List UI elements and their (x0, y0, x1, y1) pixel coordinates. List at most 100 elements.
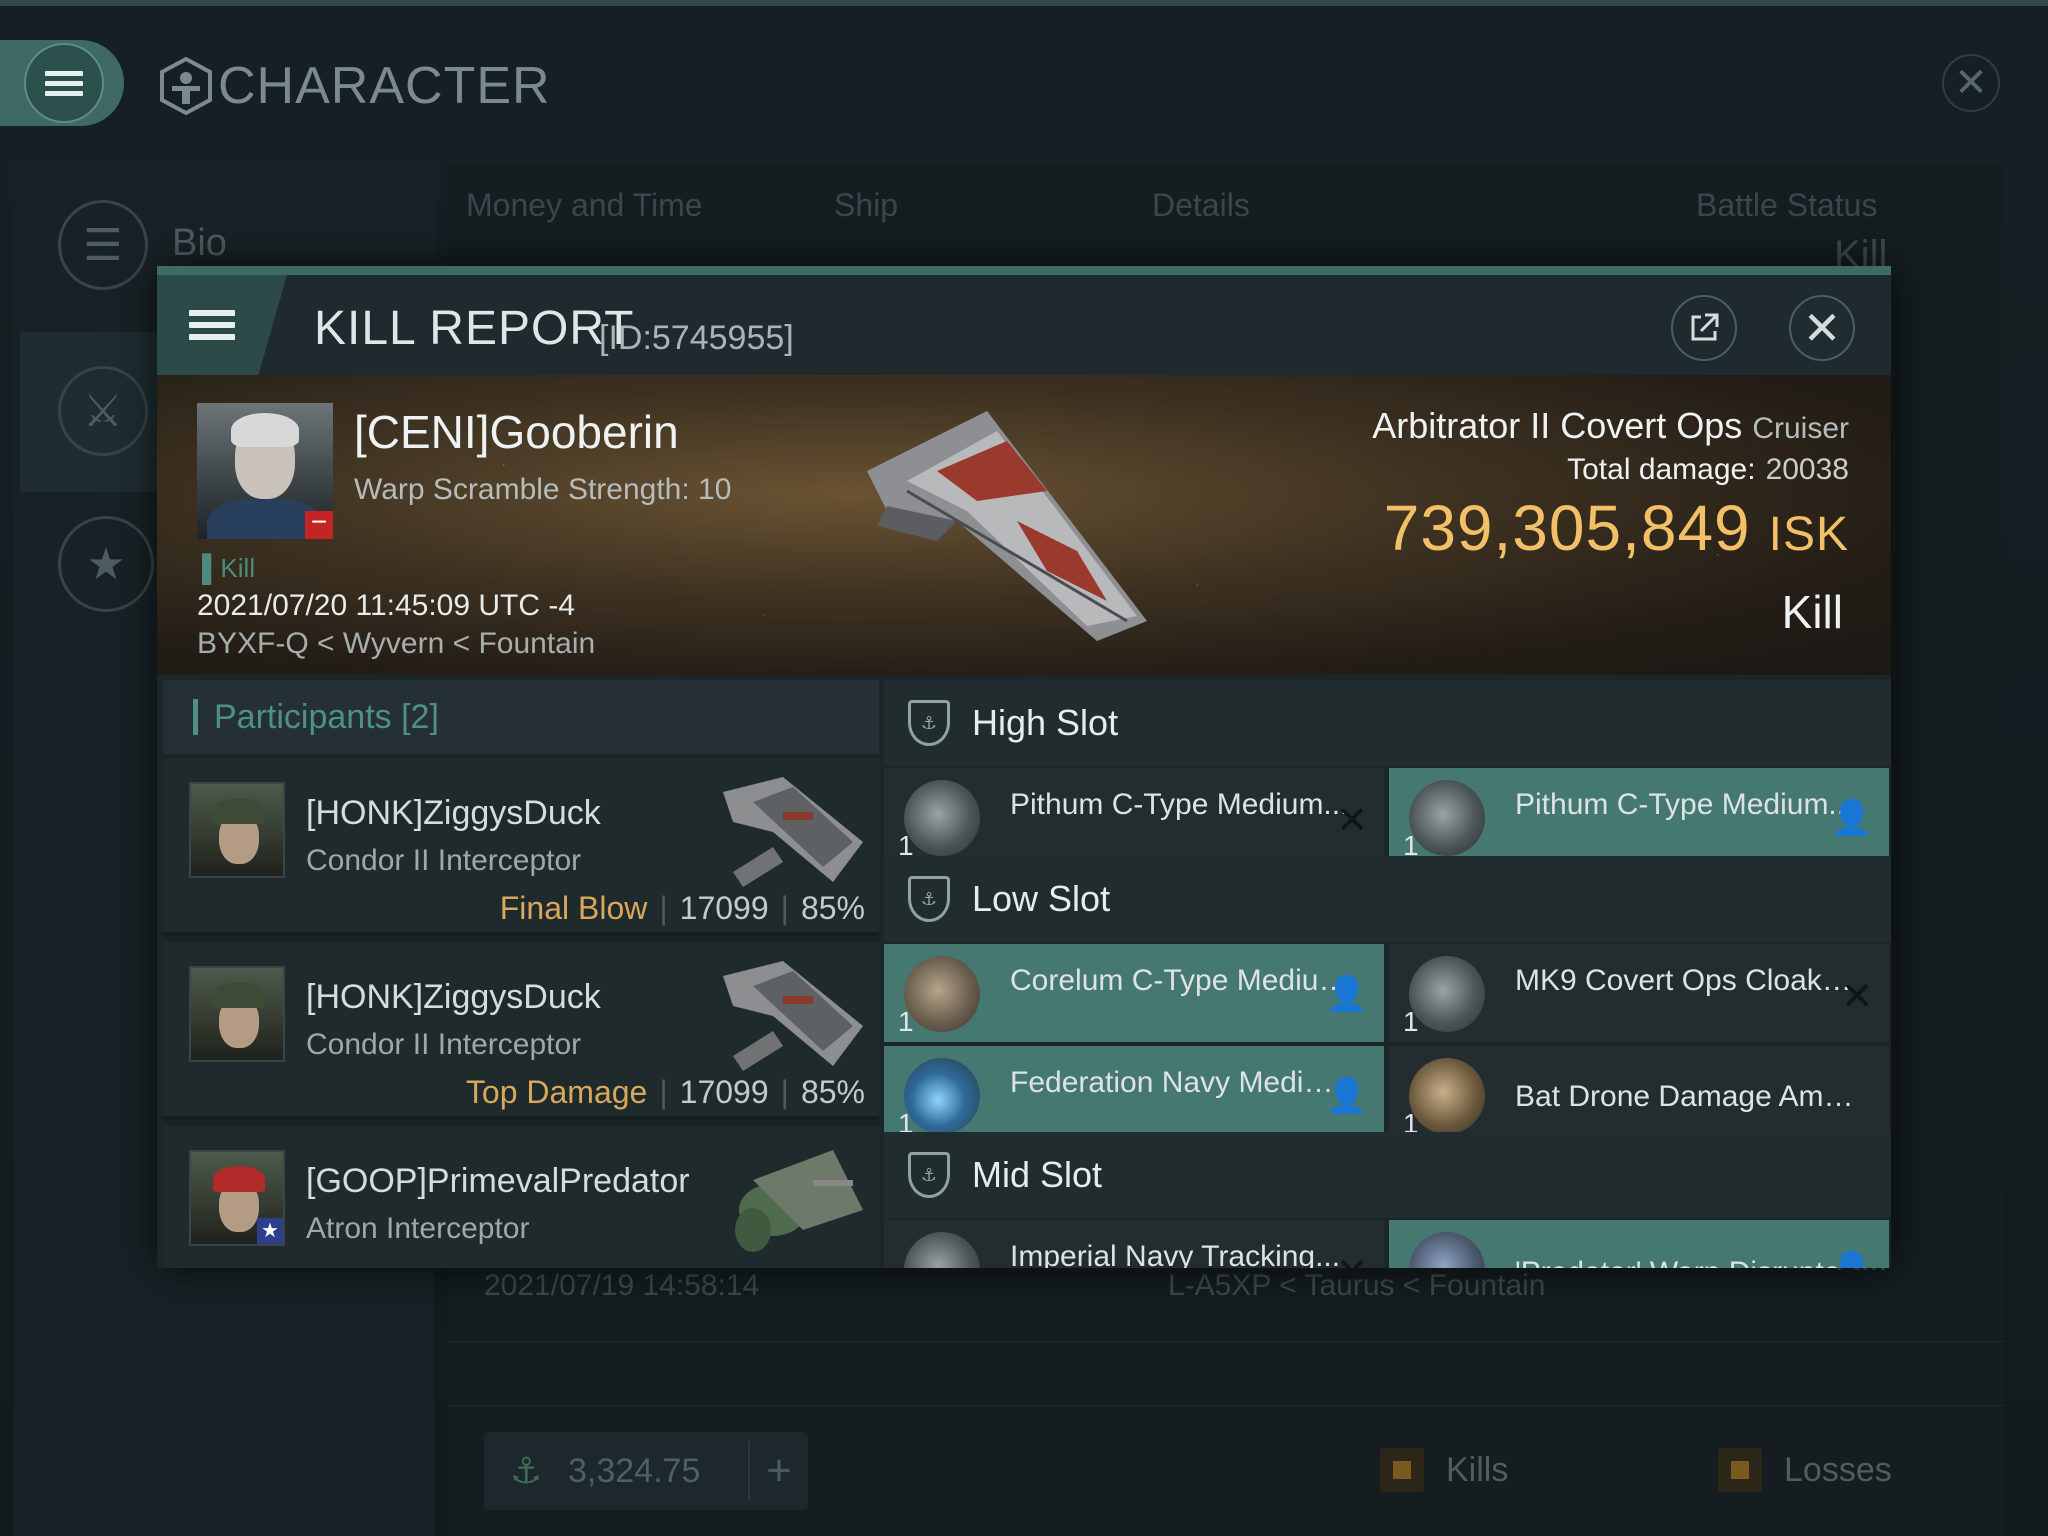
close-icon: ✕ (1802, 302, 1842, 354)
module-icon (1409, 956, 1485, 1032)
module-name: Federation Navy Medium... (1010, 1066, 1350, 1099)
modal-close-button[interactable]: ✕ (1789, 295, 1855, 361)
participant-avatar[interactable]: ★ (189, 1150, 285, 1246)
character-icon (160, 56, 212, 116)
destroyed-icon: ✕ (1336, 1250, 1368, 1268)
fitting-panel: ⚓ High Slot 1 Pithum C-Type Medium... ✕ … (884, 680, 1891, 1268)
participant-percent: 85% (800, 1074, 865, 1110)
main-menu-button[interactable] (0, 40, 124, 126)
list-header: Money and Time Ship Details Battle Statu… (448, 165, 2004, 245)
list-icon: ☰ (58, 200, 148, 290)
module-name: 'Predator' Warp Disruptor (1515, 1256, 1855, 1268)
header-ship[interactable]: Ship (834, 187, 898, 224)
mid-slot-header: ⚓ Mid Slot (884, 1132, 1891, 1218)
kills-legend-swatch (1380, 1448, 1424, 1492)
module-item[interactable]: 1 Pithum C-Type Medium... ✕ (884, 768, 1384, 866)
total-damage-value: 20038 (1765, 453, 1849, 486)
module-name: Imperial Navy Tracking... (1010, 1240, 1341, 1268)
header-battle-status[interactable]: Battle Status (1696, 187, 1877, 224)
dropped-person-icon: 👤 (1830, 799, 1873, 837)
kill-report-id: [ID:5745955] (599, 319, 794, 357)
module-icon (1409, 1232, 1485, 1268)
victim-subtitle: Warp Scramble Strength: 10 (354, 473, 732, 506)
mid-slot-icon: ⚓ (908, 1152, 950, 1198)
participant-row[interactable]: ★ [GOOP]PrimevalPredator Atron Intercept… (163, 1126, 879, 1268)
high-slot-header: ⚓ High Slot (884, 680, 1891, 766)
modal-header: KILL REPORT [ID:5745955] ✕ (157, 275, 1891, 375)
victim-portrait[interactable]: − (197, 403, 333, 539)
low-slot-header: ⚓ Low Slot (884, 856, 1891, 942)
total-damage: Total damage: 20038 (1567, 453, 1849, 487)
external-link-icon (1691, 313, 1719, 341)
participant-name: [GOOP]PrimevalPredator (306, 1162, 690, 1200)
isk-value: 739,305,849 ISK (1384, 491, 1849, 565)
module-name: MK9 Covert Ops Cloaking... (1515, 964, 1855, 997)
participant-percent: 85% (800, 890, 865, 926)
participant-row[interactable]: [HONK]ZiggysDuck Condor II Interceptor T… (163, 942, 879, 1120)
bottom-bar: ⚓ 3,324.75 + Kills Losses (448, 1404, 2004, 1536)
module-icon (904, 1232, 980, 1268)
header-details[interactable]: Details (1152, 187, 1250, 224)
victim-ship-name[interactable]: Arbitrator II Covert Ops Cruiser (1372, 405, 1849, 447)
module-item[interactable]: 1 Federation Navy Medium... 👤 (884, 1046, 1384, 1144)
module-item[interactable]: 1 Imperial Navy Tracking... ✕ (884, 1220, 1384, 1268)
wallet-value: 3,324.75 (568, 1451, 701, 1490)
add-funds-button[interactable]: + (748, 1441, 808, 1501)
window-close-button[interactable]: ✕ (1942, 54, 2000, 112)
wallet-icon: ⚓ (509, 1450, 543, 1491)
participant-ship: Condor II Interceptor (306, 844, 582, 877)
module-item[interactable]: 1 'Predator' Warp Disruptor 👤 (1389, 1220, 1889, 1268)
victim-ship-name-text: Arbitrator II Covert Ops (1372, 405, 1743, 446)
participant-avatar[interactable] (189, 966, 285, 1062)
module-item[interactable]: 1 Bat Drone Damage Amplifier (1389, 1046, 1889, 1144)
legend-losses[interactable]: Losses (1718, 1448, 1892, 1492)
victim-ship-class: Cruiser (1752, 412, 1849, 445)
participant-row[interactable]: [HONK]ZiggysDuck Condor II Interceptor F… (163, 758, 879, 936)
high-slot-label: High Slot (972, 702, 1119, 743)
kill-location[interactable]: BYXF-Q < Wyvern < Fountain (197, 627, 595, 661)
participant-avatar[interactable] (189, 782, 285, 878)
participant-tag: Top Damage (465, 1074, 648, 1110)
victim-name[interactable]: [CENI]Gooberin (354, 405, 679, 459)
menu-icon (189, 304, 235, 346)
isk-amount: 739,305,849 (1383, 492, 1751, 564)
victim-banner: − [CENI]Gooberin Warp Scramble Strength:… (157, 375, 1891, 675)
low-slot-label: Low Slot (972, 878, 1111, 919)
character-screen: CHARACTER ✕ ☰ Bio ⚔ ★ Money and Time Shi… (0, 0, 2048, 1536)
header-money-time[interactable]: Money and Time (466, 187, 703, 224)
participant-tag: Final Blow (499, 890, 648, 926)
dropped-person-icon: 👤 (1325, 975, 1368, 1013)
modal-title: KILL REPORT (314, 302, 635, 355)
legend-losses-label: Losses (1784, 1450, 1892, 1489)
dropped-person-icon: 👤 (1325, 1077, 1368, 1115)
participant-stats: Top Damage | 17099 | 85% (465, 1074, 865, 1110)
module-name: Bat Drone Damage Amplifier (1515, 1080, 1855, 1113)
module-icon (1409, 1058, 1485, 1134)
legend-kills[interactable]: Kills (1380, 1448, 1508, 1492)
module-icon (904, 1058, 980, 1134)
participant-name: [HONK]ZiggysDuck (306, 978, 601, 1016)
share-button[interactable] (1671, 295, 1737, 361)
module-qty: 1 (898, 1006, 914, 1037)
window-title-text: CHARACTER (218, 57, 551, 115)
participants-title: Participants [2] (214, 697, 439, 736)
modal-menu-button[interactable] (157, 275, 287, 375)
row-date: 2021/07/19 14:58:14 (484, 1269, 760, 1302)
crossed-swords-icon: ⚔ (58, 366, 148, 456)
module-item[interactable]: 1 Pithum C-Type Medium... 👤 (1389, 768, 1889, 866)
module-item[interactable]: 1 MK9 Covert Ops Cloaking... ✕ (1389, 944, 1889, 1042)
participant-name: [HONK]ZiggysDuck (306, 794, 601, 832)
menu-icon (24, 43, 104, 123)
kill-tag: ▌Kill (202, 553, 256, 583)
top-border (0, 0, 2048, 6)
participant-damage: 17099 (679, 1074, 769, 1110)
participant-ship-image (735, 1150, 863, 1252)
destroyed-icon: ✕ (1336, 800, 1368, 842)
participant-ship-image (723, 777, 863, 887)
module-icon (1409, 780, 1485, 856)
close-icon: ✕ (1954, 61, 1988, 105)
module-item[interactable]: 1 Corelum C-Type Medium... 👤 (884, 944, 1384, 1042)
victim-ship-image (867, 411, 1147, 641)
legend-kills-label: Kills (1446, 1450, 1509, 1489)
window-title: CHARACTER (158, 56, 551, 116)
